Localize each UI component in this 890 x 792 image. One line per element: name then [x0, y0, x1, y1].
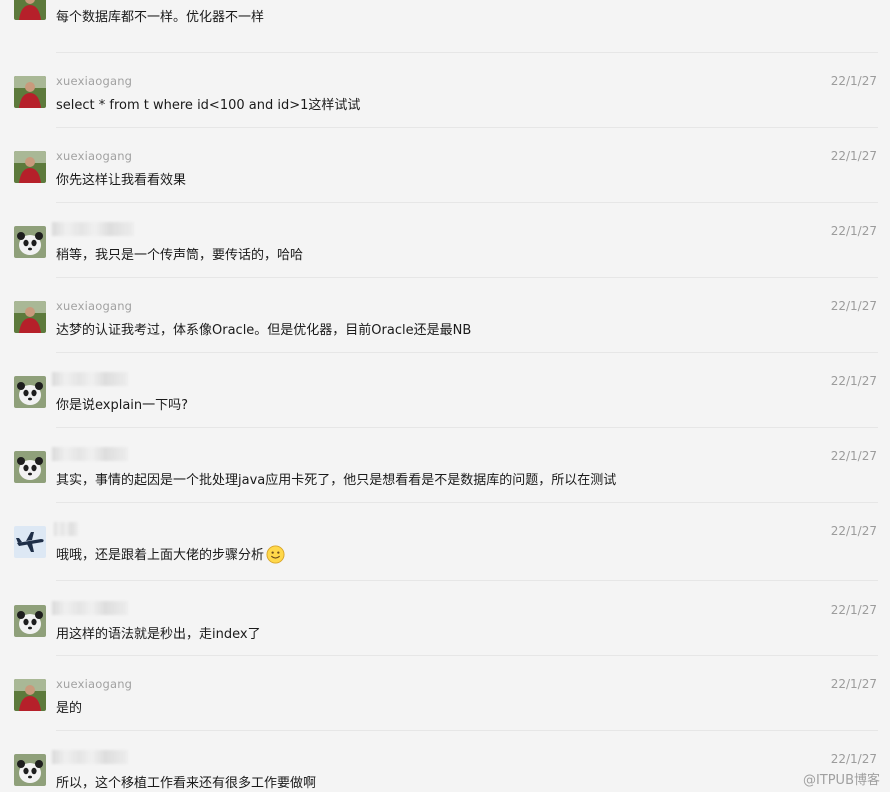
person-red-avatar[interactable]: [14, 679, 46, 711]
message-text: 你是说explain一下吗?: [56, 398, 189, 413]
sender-name[interactable]: xuexiaogang: [56, 677, 132, 691]
divider: [56, 502, 878, 503]
panda-avatar[interactable]: [14, 451, 46, 483]
sender-name[interactable]: xuexiaogang: [56, 299, 132, 313]
message-time: 22/1/27: [830, 752, 877, 766]
obscured-sender-name: [54, 522, 78, 536]
divider: [56, 52, 878, 53]
message-text: 你先这样让我看看效果: [56, 173, 187, 188]
message-text: 其实，事情的起因是一个批处理java应用卡死了，他只是想看看是不是数据库的问题，…: [56, 473, 617, 488]
panda-avatar[interactable]: [14, 605, 46, 637]
panda-avatar[interactable]: [14, 376, 46, 408]
obscured-sender-name: [52, 601, 128, 615]
obscured-sender-name: [52, 222, 134, 236]
message-time: 22/1/27: [830, 149, 877, 163]
message-time: 22/1/27: [830, 74, 877, 88]
divider: [56, 352, 878, 353]
message-text: 用这样的语法就是秒出，走index了: [56, 627, 261, 642]
airplane-avatar[interactable]: [14, 526, 46, 558]
divider: [56, 277, 878, 278]
message-time: 22/1/27: [830, 677, 877, 691]
message-time: 22/1/27: [830, 224, 877, 238]
message-time: 22/1/27: [830, 374, 877, 388]
sender-name[interactable]: xuexiaogang: [56, 149, 132, 163]
person-red-avatar[interactable]: [14, 76, 46, 108]
divider: [56, 580, 878, 581]
obscured-sender-name: [52, 372, 128, 386]
message-text-content: 哦哦，还是跟着上面大佬的步骤分析: [56, 548, 265, 563]
panda-avatar[interactable]: [14, 754, 46, 786]
message-text: 哦哦，还是跟着上面大佬的步骤分析: [56, 544, 285, 564]
watermark: @ITPUB博客: [802, 773, 880, 788]
panda-avatar[interactable]: [14, 226, 46, 258]
obscured-sender-name: [52, 750, 128, 764]
person-red-avatar[interactable]: [14, 151, 46, 183]
message-text: select * from t where id<100 and id>1这样试…: [56, 98, 361, 113]
message-time: 22/1/27: [830, 299, 877, 313]
divider: [56, 655, 878, 656]
message-text: 是的: [56, 701, 83, 716]
message-time: 22/1/27: [830, 603, 877, 617]
person-red-avatar[interactable]: [14, 0, 46, 20]
obscured-sender-name: [52, 447, 128, 461]
divider: [56, 202, 878, 203]
message-time: 22/1/27: [830, 524, 877, 538]
message-text: 所以，这个移植工作看来还有很多工作要做啊: [56, 776, 317, 791]
divider: [56, 427, 878, 428]
divider: [56, 127, 878, 128]
smile-emoji-icon: [266, 545, 285, 564]
message-time: 22/1/27: [830, 449, 877, 463]
chat-message-list: 每个数据库都不一样。优化器不一样 xuexiaogang 22/1/27 sel…: [0, 0, 890, 792]
person-red-avatar[interactable]: [14, 301, 46, 333]
message-text: 每个数据库都不一样。优化器不一样: [56, 10, 265, 25]
message-text: 稍等，我只是一个传声筒，要传话的，哈哈: [56, 248, 304, 263]
sender-name[interactable]: xuexiaogang: [56, 74, 132, 88]
divider: [56, 730, 878, 731]
message-text: 达梦的认证我考过，体系像Oracle。但是优化器，目前Oracle还是最NB: [56, 323, 472, 338]
